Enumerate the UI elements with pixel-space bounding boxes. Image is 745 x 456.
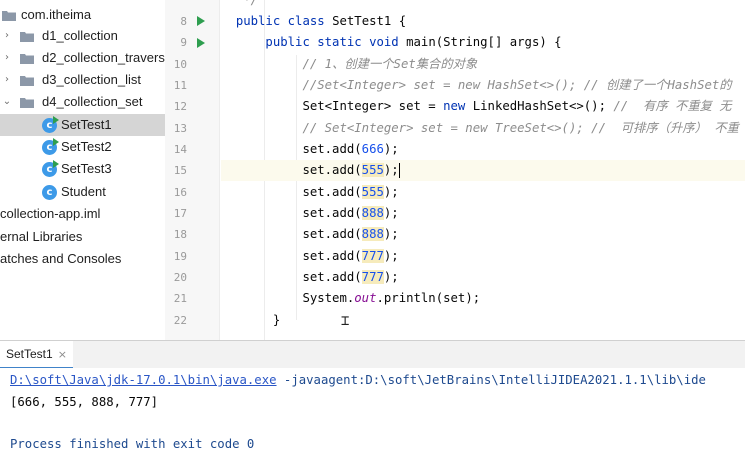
- code-line-16: set.add(555);: [302, 185, 399, 199]
- console-exit-message: Process finished with exit code 0: [10, 437, 255, 451]
- code-line-18: set.add(888);: [302, 227, 399, 241]
- run-tool-window-tabs: SetTest1 ×: [0, 340, 745, 369]
- runnable-badge-icon: [53, 160, 59, 168]
- code-line-11: //Set<Integer> set = new HashSet<>(); //…: [302, 78, 732, 92]
- tree-item-settest1[interactable]: c SetTest1: [0, 114, 165, 136]
- text-caret: [398, 163, 401, 178]
- tree-item-label: d2_collection_travers: [42, 50, 165, 65]
- package-icon: [2, 11, 16, 21]
- line-number: 19: [173, 250, 187, 263]
- run-tab-label: SetTest1: [6, 347, 53, 361]
- tree-item-d4[interactable]: ⌄ d4_collection_set: [0, 91, 165, 113]
- chevron-right-icon[interactable]: ›: [2, 25, 12, 47]
- tree-item-label: d1_collection: [42, 28, 118, 43]
- line-number: 9: [180, 36, 187, 49]
- runnable-badge-icon: [53, 116, 59, 124]
- tree-item-label: ernal Libraries: [0, 229, 83, 244]
- chevron-right-icon[interactable]: ›: [2, 47, 12, 69]
- run-main-icon[interactable]: [197, 38, 205, 48]
- mouse-ibeam-cursor-icon: ⌶: [341, 313, 350, 329]
- close-icon[interactable]: ×: [58, 348, 67, 361]
- runnable-badge-icon: [53, 138, 59, 146]
- tree-item-external-libraries[interactable]: ernal Libraries: [0, 226, 165, 248]
- code-line: */: [243, 0, 259, 7]
- tree-item-iml[interactable]: collection-app.iml: [0, 203, 165, 225]
- code-line-15-current: set.add(555);: [221, 160, 745, 182]
- tree-item-label: Student: [61, 184, 106, 199]
- tree-item-label: atches and Consoles: [0, 251, 122, 266]
- line-number: 10: [173, 58, 187, 71]
- line-number: 12: [173, 100, 187, 113]
- tree-root-label: com.itheima: [21, 7, 92, 22]
- tree-item-d3[interactable]: › d3_collection_list: [0, 69, 165, 91]
- tree-item-label: d3_collection_list: [42, 72, 142, 87]
- tree-item-label: d4_collection_set: [42, 94, 143, 109]
- console-output: [666, 555, 888, 777]: [10, 395, 159, 409]
- package-icon: [20, 54, 34, 64]
- tree-item-label: SetTest1: [61, 117, 112, 132]
- chevron-down-icon[interactable]: ⌄: [2, 91, 12, 113]
- package-icon: [20, 32, 34, 42]
- tree-item-student[interactable]: c Student: [0, 181, 165, 203]
- code-line-20: set.add(777);: [302, 270, 399, 284]
- code-line-13: // Set<Integer> set = new TreeSet<>(); /…: [302, 121, 739, 135]
- code-line-17: set.add(888);: [302, 206, 399, 220]
- line-number: 18: [173, 228, 187, 241]
- code-line-19: set.add(777);: [302, 249, 399, 263]
- line-number: 8: [180, 15, 187, 28]
- tree-item-d1[interactable]: › d1_collection: [0, 25, 165, 47]
- tree-item-scratches[interactable]: atches and Consoles: [0, 248, 165, 270]
- console-command-line: D:\soft\Java\jdk-17.0.1\bin\java.exe -ja…: [10, 373, 706, 387]
- tree-root-package[interactable]: com.itheima: [0, 4, 165, 26]
- line-number: 17: [173, 207, 187, 220]
- tree-item-label: SetTest2: [61, 139, 112, 154]
- java-class-icon: c: [42, 185, 57, 200]
- run-tab-settest1[interactable]: SetTest1 ×: [0, 341, 73, 369]
- line-number: 11: [173, 79, 187, 92]
- package-icon: [20, 76, 34, 86]
- code-line-22: }: [272, 313, 281, 327]
- line-number: 21: [173, 292, 187, 305]
- line-number: 20: [173, 271, 187, 284]
- run-class-icon[interactable]: [197, 16, 205, 26]
- line-number: 22: [173, 314, 187, 327]
- code-line-21: System.out.println(set);: [302, 291, 481, 305]
- java-exe-link[interactable]: D:\soft\Java\jdk-17.0.1\bin\java.exe: [10, 373, 277, 387]
- line-number: 13: [173, 122, 187, 135]
- tree-item-settest3[interactable]: c SetTest3: [0, 158, 165, 180]
- code-line-8: public class SetTest1 {: [235, 14, 407, 28]
- code-line-9: public static void main(String[] args) {: [265, 35, 562, 49]
- project-tree: com.itheima › d1_collection › d2_collect…: [0, 0, 165, 340]
- line-number: 15: [173, 164, 187, 177]
- line-number: 16: [173, 186, 187, 199]
- line-number: 14: [173, 143, 187, 156]
- code-line-14: set.add(666);: [302, 142, 399, 156]
- package-icon: [20, 98, 34, 108]
- tree-item-label: collection-app.iml: [0, 206, 101, 221]
- run-console[interactable]: D:\soft\Java\jdk-17.0.1\bin\java.exe -ja…: [0, 368, 745, 456]
- code-line-10: // 1、创建一个Set集合的对象: [302, 57, 478, 71]
- tree-item-settest2[interactable]: c SetTest2: [0, 136, 165, 158]
- tree-item-label: SetTest3: [61, 161, 112, 176]
- code-line-12: Set<Integer> set = new LinkedHashSet<>()…: [302, 99, 732, 113]
- tree-item-d2[interactable]: › d2_collection_travers: [0, 47, 165, 69]
- code-editor[interactable]: */ public class SetTest1 { public static…: [221, 0, 745, 340]
- chevron-right-icon[interactable]: ›: [2, 69, 12, 91]
